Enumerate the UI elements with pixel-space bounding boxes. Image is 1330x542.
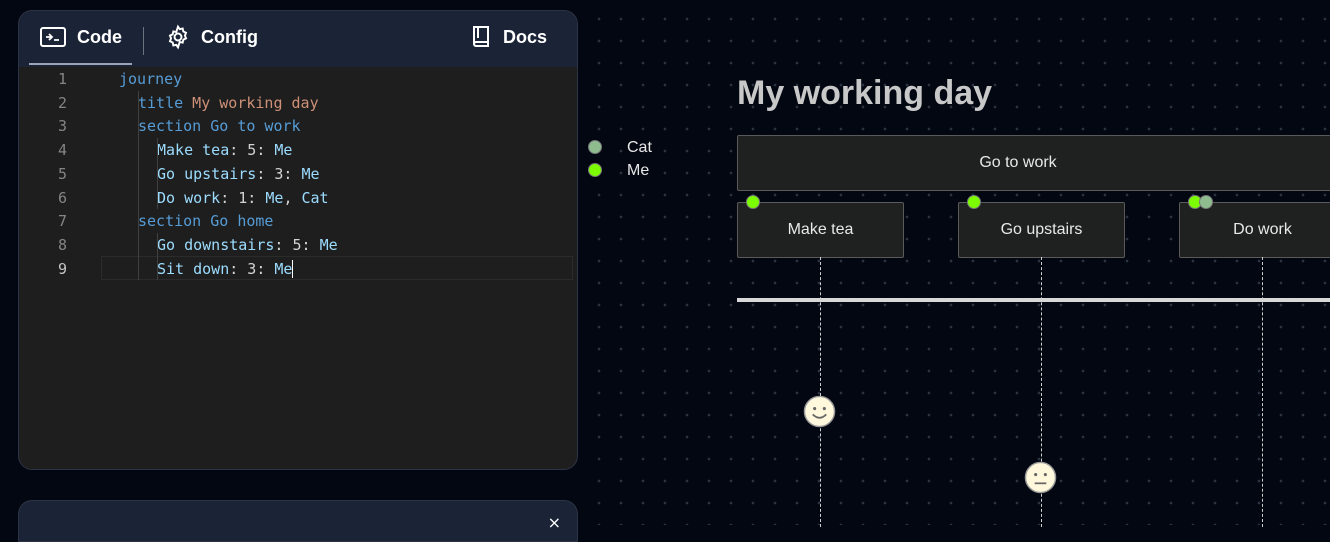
code-icon	[39, 25, 67, 49]
section-box: Go to work	[737, 135, 1330, 191]
code-line[interactable]: 7 section Go home	[19, 209, 577, 233]
code-line[interactable]: 4 Make tea: 5: Me	[19, 138, 577, 162]
actor-color-dot	[588, 163, 602, 177]
close-icon[interactable]: ×	[548, 513, 561, 532]
tab-config-label: Config	[201, 26, 258, 47]
code-line[interactable]: 2 title My working day	[19, 91, 577, 115]
line-number: 8	[57, 235, 67, 254]
line-number: 1	[57, 70, 67, 88]
tab-code-label: Code	[77, 26, 122, 47]
section-label: Go to work	[979, 154, 1057, 171]
editor-tab-bar: Code Config Docs	[19, 11, 577, 67]
bottom-panel-header: ×	[18, 500, 578, 542]
code-editor-panel: Code Config Docs 1 journey 2 title My worki…	[18, 10, 578, 470]
task-dashed-line	[820, 257, 821, 527]
code-line[interactable]: 1 journey	[19, 67, 577, 91]
task-actor-dot	[1199, 195, 1213, 209]
code-line-text: title My working day	[138, 93, 319, 112]
code-line[interactable]: 8 Go downstairs: 5: Me	[19, 233, 577, 257]
book-icon	[469, 24, 493, 50]
task-actor-dot	[746, 195, 760, 209]
task-box: Do work	[1179, 202, 1330, 258]
code-line[interactable]: 9 Sit down: 3: Me	[19, 257, 577, 281]
happy-face-icon	[803, 395, 836, 428]
code-line-text: Go downstairs: 5: Me	[157, 235, 338, 254]
text-cursor	[292, 260, 294, 279]
line-number: 9	[57, 259, 67, 278]
indent-guide	[138, 90, 139, 281]
code-line[interactable]: 3 section Go to work	[19, 114, 577, 138]
code-text-area[interactable]: 1 journey 2 title My working day 3 section Go…	[19, 67, 577, 469]
task-box: Make tea	[737, 202, 904, 258]
task-actor-dot	[967, 195, 981, 209]
journey-axis	[737, 298, 1330, 302]
line-number: 6	[57, 188, 67, 207]
actor-color-dot	[588, 140, 602, 154]
code-line-text: section Go home	[138, 212, 274, 231]
code-line-text: Go upstairs: 3: Me	[157, 164, 320, 183]
gear-icon	[165, 24, 191, 50]
line-number: 7	[57, 212, 67, 231]
line-number: 2	[57, 93, 67, 112]
legend-label: Cat	[627, 139, 652, 156]
code-line-text: journey	[119, 70, 183, 88]
code-line[interactable]: 6 Do work: 1: Me, Cat	[19, 186, 577, 210]
indent-guide	[157, 138, 158, 210]
docs-link[interactable]: Docs	[469, 11, 547, 63]
tab-config[interactable]: Config	[165, 11, 258, 63]
task-dashed-line	[1262, 257, 1263, 527]
code-line-text: section Go to work	[138, 117, 301, 136]
code-line[interactable]: 5 Go upstairs: 3: Me	[19, 162, 577, 186]
code-line-text: Make tea: 5: Me	[157, 141, 293, 160]
line-number: 5	[57, 164, 67, 183]
tab-divider	[143, 27, 144, 55]
diagram-title: My working day	[737, 74, 993, 112]
code-line-text: Do work: 1: Me, Cat	[157, 188, 329, 207]
legend-label: Me	[627, 162, 650, 179]
neutral-face-icon	[1024, 461, 1057, 494]
code-line-text: Sit down: 3: Me	[157, 259, 294, 279]
docs-label: Docs	[502, 26, 547, 47]
line-number: 4	[57, 141, 67, 160]
indent-guide	[157, 232, 158, 281]
task-box: Go upstairs	[958, 202, 1125, 258]
line-number: 3	[57, 117, 67, 136]
tab-code[interactable]: Code	[29, 11, 132, 65]
